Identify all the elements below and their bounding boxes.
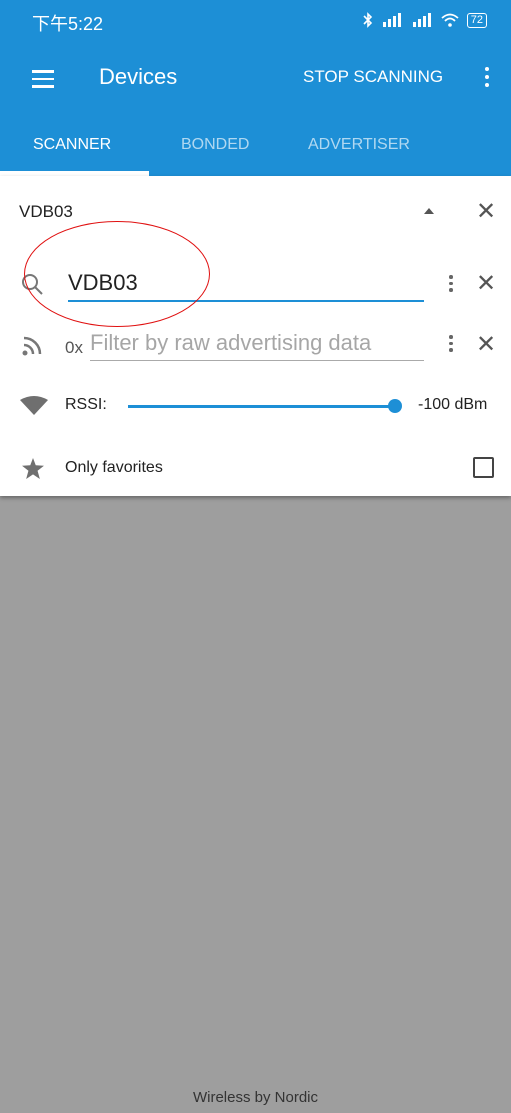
rssi-label: RSSI: (65, 396, 107, 413)
status-bar: 下午5:22 72 (0, 0, 511, 40)
status-time: 下午5:22 (32, 14, 104, 34)
search-icon (22, 274, 43, 295)
only-favorites-label: Only favorites (65, 459, 163, 476)
raw-filter-more-icon[interactable] (449, 335, 453, 355)
close-filter-icon[interactable]: ✕ (476, 200, 496, 224)
signal-icon-2 (412, 13, 431, 27)
filter-panel: VDB03 ✕ ✕ 0x ✕ RSSI: -100 dBm Only favor… (0, 176, 511, 496)
bluetooth-icon (363, 12, 372, 28)
tab-scanner[interactable]: SCANNER (33, 136, 111, 154)
rss-icon (22, 336, 42, 356)
menu-icon[interactable] (32, 70, 54, 93)
status-icons: 72 (363, 12, 487, 28)
collapse-icon[interactable] (424, 208, 434, 214)
raw-data-prefix: 0x (65, 338, 83, 357)
stop-scanning-button[interactable]: STOP SCANNING (303, 67, 443, 87)
name-filter-more-icon[interactable] (449, 275, 453, 295)
rssi-value: -100 dBm (418, 396, 488, 413)
page-title: Devices (99, 64, 178, 89)
name-filter-input[interactable] (68, 266, 424, 302)
overflow-menu-icon[interactable] (485, 67, 491, 91)
raw-data-filter-input[interactable] (90, 326, 424, 361)
star-icon (22, 458, 44, 479)
filter-summary: VDB03 (19, 202, 73, 221)
rssi-slider-thumb[interactable] (388, 399, 402, 413)
app-bar: Devices STOP SCANNING (0, 40, 511, 116)
tab-bonded[interactable]: BONDED (181, 136, 249, 154)
signal-icon (382, 13, 401, 27)
battery-icon: 72 (466, 12, 487, 28)
tab-bar: SCANNER BONDED ADVERTISER (0, 116, 511, 176)
clear-name-filter-icon[interactable]: ✕ (476, 272, 496, 296)
signal-strength-icon (20, 396, 48, 415)
wifi-status-icon (441, 13, 459, 27)
footer-text: Wireless by Nordic (192, 1089, 319, 1106)
only-favorites-checkbox[interactable] (473, 457, 494, 478)
tab-advertiser[interactable]: ADVERTISER (308, 136, 410, 154)
clear-raw-filter-icon[interactable]: ✕ (476, 333, 496, 357)
rssi-slider-track[interactable] (128, 405, 394, 408)
